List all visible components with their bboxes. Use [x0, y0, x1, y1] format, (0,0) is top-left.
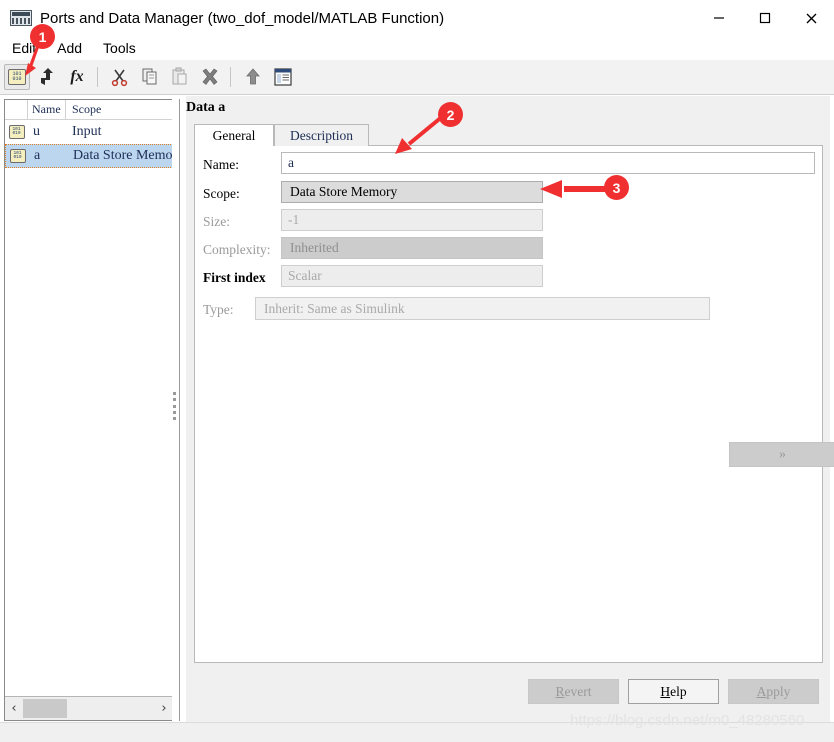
window-title: Ports and Data Manager (two_dof_model/MA… — [40, 9, 445, 27]
toolbar-separator-2 — [230, 67, 231, 87]
add-function-button[interactable]: fx — [64, 64, 90, 90]
general-tab-panel: Name: a Scope: Data Store Memory Size: -… — [194, 145, 834, 663]
first-index-label: First index — [203, 270, 266, 285]
splitter-grip-icon[interactable] — [173, 392, 177, 420]
type-combobox[interactable]: Inherit: Same as Simulink — [255, 297, 710, 320]
annotation-badge-1: 1 — [30, 24, 55, 49]
help-button[interactable]: Help — [628, 679, 719, 704]
size-textbox[interactable]: -1 — [281, 209, 543, 231]
size-label: Size: — [203, 214, 230, 229]
detail-panel: Data a General Description Name: a Scope… — [186, 96, 834, 722]
data-icon-bottom: 010 — [12, 76, 22, 82]
scrollbar-track[interactable] — [67, 697, 155, 720]
toolbar: 101 010 fx — [0, 60, 834, 95]
scrollbar-thumb[interactable] — [23, 699, 67, 718]
tree-row-scope: Data Store Memory — [73, 148, 172, 163]
type-label: Type: — [203, 302, 234, 317]
maximize-button[interactable] — [742, 0, 788, 36]
tree-row-name: a — [34, 148, 41, 163]
fx-icon: fx — [70, 68, 84, 85]
close-button[interactable] — [788, 0, 834, 36]
ports-data-manager-icon — [10, 10, 32, 26]
name-textbox[interactable]: a — [281, 152, 815, 174]
tree-row-name: u — [33, 124, 40, 139]
scroll-left-arrow-icon[interactable]: ‹ — [5, 697, 23, 720]
menu-item-tools[interactable]: Tools — [94, 38, 145, 58]
data-binary-icon: 101 010 — [8, 69, 26, 85]
window-controls — [696, 0, 834, 36]
tab-description[interactable]: Description — [274, 124, 369, 146]
scissors-icon — [111, 69, 128, 87]
scroll-right-arrow-icon[interactable]: › — [155, 697, 173, 720]
paste-icon — [172, 67, 187, 85]
tree-header-gutter — [5, 100, 28, 119]
menu-bar: Edit Add Tools — [0, 36, 834, 60]
delete-button[interactable] — [197, 64, 223, 90]
page-title: Data a — [186, 100, 226, 115]
paste-button[interactable] — [167, 64, 193, 90]
apply-button[interactable]: Apply — [728, 679, 819, 704]
add-data-button[interactable]: 101 010 — [4, 64, 30, 90]
model-explorer-button[interactable] — [270, 64, 296, 90]
ports-data-tree-panel[interactable]: Name Scope 101 010 u Input 101 010 a Data … — [4, 99, 174, 721]
apply-button-label: Apply — [756, 683, 791, 699]
toolbar-separator-1 — [97, 67, 98, 87]
revert-button[interactable]: Revert — [528, 679, 619, 704]
tab-strip: General Description — [186, 124, 830, 146]
splitter-divider — [179, 99, 180, 721]
copy-icon — [142, 68, 157, 85]
tree-row-a[interactable]: 101010 a Data Store Memory — [5, 144, 173, 168]
move-up-button[interactable] — [240, 64, 266, 90]
tree-row-u[interactable]: 101 010 u Input — [5, 120, 173, 144]
tab-general[interactable]: General — [194, 124, 274, 146]
add-event-button[interactable] — [34, 64, 60, 90]
tree-header: Name Scope — [5, 100, 173, 120]
menu-item-add[interactable]: Add — [48, 38, 91, 58]
cut-button[interactable] — [107, 64, 133, 90]
x-delete-icon — [202, 68, 218, 85]
complexity-combobox[interactable]: Inherited — [281, 237, 543, 259]
title-bar: Ports and Data Manager (two_dof_model/MA… — [0, 0, 834, 36]
type-more-button[interactable]: » — [729, 442, 834, 467]
copy-button[interactable] — [137, 64, 163, 90]
scope-combobox[interactable]: Data Store Memory — [281, 181, 543, 203]
minimize-button[interactable] — [696, 0, 742, 36]
first-index-textbox[interactable]: Scalar — [281, 265, 543, 287]
complexity-label: Complexity: — [203, 242, 271, 257]
arrow-up-icon — [246, 68, 260, 85]
help-button-label: Help — [660, 683, 687, 699]
event-arrow-icon — [41, 68, 53, 85]
explorer-window-icon — [274, 68, 292, 86]
data-binary-icon: 101 010 — [6, 149, 29, 163]
tree-row-scope: Input — [72, 124, 102, 139]
scope-label: Scope: — [203, 186, 240, 201]
annotation-badge-2: 2 — [438, 102, 463, 127]
name-label: Name: — [203, 157, 239, 172]
annotation-badge-3: 3 — [604, 175, 629, 200]
data-binary-icon: 101 010 — [5, 125, 28, 139]
watermark: https://blog.csdn.net/m0_48280560 — [570, 712, 805, 729]
tree-header-scope[interactable]: Scope — [66, 100, 173, 119]
tree-horizontal-scrollbar[interactable]: ‹ › — [5, 696, 173, 720]
tree-header-name[interactable]: Name — [28, 100, 66, 119]
revert-button-label: Revert — [555, 683, 592, 699]
